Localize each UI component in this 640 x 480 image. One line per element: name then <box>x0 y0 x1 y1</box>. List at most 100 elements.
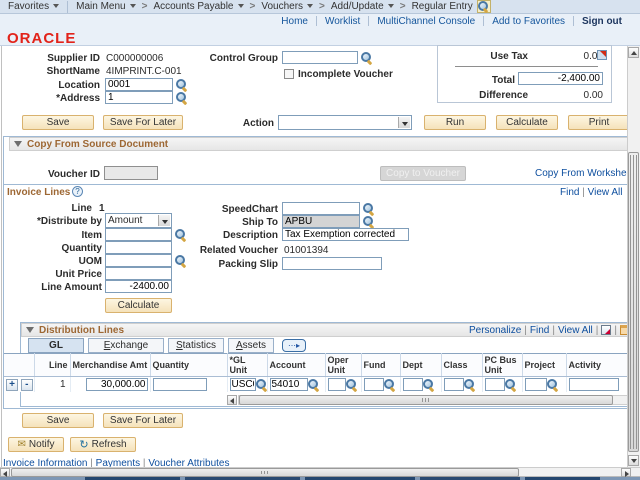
project-lookup-icon[interactable] <box>547 379 559 391</box>
show-all-columns-icon[interactable] <box>282 339 306 352</box>
pc-bus-unit-input[interactable] <box>485 378 505 391</box>
address-input[interactable] <box>105 91 173 104</box>
favorites-menu[interactable]: Favorites <box>8 1 59 12</box>
line-amount-input[interactable] <box>105 280 172 293</box>
add-row-button[interactable]: + <box>6 379 18 391</box>
breadcrumb-add-update[interactable]: Add/Update <box>331 1 394 12</box>
collapse-triangle-icon[interactable] <box>26 327 34 333</box>
grid-header-fund: Fund <box>361 354 400 377</box>
invoice-lines-title: Invoice Lines <box>7 187 70 198</box>
home-link[interactable]: Home <box>273 16 316 27</box>
packing-slip-input[interactable] <box>282 257 382 270</box>
dept-input[interactable] <box>403 378 423 391</box>
notify-button[interactable]: ✉Notify <box>8 437 64 452</box>
horizontal-scrollbar-thumb[interactable] <box>11 468 519 477</box>
save-button-bottom[interactable]: Save <box>22 413 94 428</box>
activity-input[interactable] <box>569 378 619 391</box>
description-input[interactable] <box>282 228 409 241</box>
action-select[interactable] <box>278 115 412 130</box>
incomplete-voucher-checkbox[interactable] <box>284 69 294 79</box>
location-lookup-icon[interactable] <box>176 79 188 91</box>
distribute-by-value: Amount <box>108 215 142 226</box>
run-button[interactable]: Run <box>424 115 486 130</box>
total-input[interactable] <box>518 72 603 85</box>
help-icon[interactable] <box>72 186 83 197</box>
oracle-logo: ORACLE <box>7 30 76 47</box>
line-label: Line <box>30 203 92 214</box>
copy-from-worksheet-link[interactable]: Copy From Worksheet <box>535 168 635 179</box>
oper-unit-input[interactable] <box>328 378 346 391</box>
vertical-scrollbar-thumb[interactable] <box>628 152 639 452</box>
oper-unit-lookup-icon[interactable] <box>346 379 358 391</box>
address-lookup-icon[interactable] <box>176 92 188 104</box>
ship-to-input[interactable] <box>282 215 360 228</box>
tab-assets[interactable]: Assets <box>228 338 274 353</box>
action-label: Action <box>200 118 274 129</box>
main-menu[interactable]: Main Menu <box>76 1 135 12</box>
calculate-line-button[interactable]: Calculate <box>105 298 172 313</box>
merchandise-amt-input[interactable] <box>86 378 148 391</box>
add-to-favorites-link[interactable]: Add to Favorites <box>484 16 573 27</box>
quantity-dist-input[interactable] <box>153 378 207 391</box>
distribution-find-link[interactable]: Find <box>530 325 549 336</box>
pc-bus-unit-lookup-icon[interactable] <box>505 379 517 391</box>
delete-row-button[interactable]: - <box>21 379 33 391</box>
address-label: *Address <box>0 93 100 104</box>
grid-scroll-left-button[interactable] <box>227 395 237 405</box>
multichannel-console-link[interactable]: MultiChannel Console <box>369 16 483 27</box>
scroll-up-button[interactable] <box>628 47 639 58</box>
breadcrumb-search-icon[interactable] <box>477 0 491 13</box>
save-for-later-button-bottom[interactable]: Save For Later <box>103 413 183 428</box>
sign-out-link[interactable]: Sign out <box>574 16 630 27</box>
save-button[interactable]: Save <box>22 115 94 130</box>
refresh-button[interactable]: ↻Refresh <box>70 437 136 452</box>
save-for-later-button[interactable]: Save For Later <box>103 115 183 130</box>
ship-to-label: Ship To <box>158 217 278 228</box>
totals-divider <box>455 66 598 67</box>
chevron-down-icon <box>238 4 244 8</box>
project-input[interactable] <box>525 378 547 391</box>
collapse-triangle-icon[interactable] <box>14 141 22 147</box>
breadcrumb-accounts-payable[interactable]: Accounts Payable <box>153 1 243 12</box>
grid-scrollbar-thumb[interactable] <box>239 395 613 405</box>
row-action-cell: + - <box>4 377 34 393</box>
print-button[interactable]: Print <box>568 115 630 130</box>
tab-gl-chart[interactable]: GL Chart <box>28 338 84 353</box>
fund-lookup-icon[interactable] <box>384 379 396 391</box>
invoice-find-link[interactable]: Find <box>560 187 579 198</box>
class-input[interactable] <box>444 378 464 391</box>
tab-exchange-rate[interactable]: Exchange Rate <box>88 338 164 353</box>
chevron-down-icon <box>398 117 410 128</box>
use-tax-transfer-icon[interactable] <box>597 50 607 60</box>
speedchart-input[interactable] <box>282 202 360 215</box>
scroll-page-left-button[interactable] <box>0 468 10 477</box>
control-group-lookup-icon[interactable] <box>361 52 373 64</box>
difference-label: Difference <box>430 90 528 101</box>
link-divider: | <box>596 325 599 336</box>
account-lookup-icon[interactable] <box>308 379 320 391</box>
difference-value: 0.00 <box>520 90 603 101</box>
gl-unit-lookup-icon[interactable] <box>256 379 268 391</box>
download-to-excel-icon[interactable] <box>601 325 611 335</box>
location-input[interactable] <box>105 78 173 91</box>
packing-slip-label: Packing Slip <box>158 259 278 270</box>
tab-statistics[interactable]: Statistics <box>168 338 224 353</box>
control-group-label: Control Group <box>180 53 278 64</box>
invoice-view-all-link[interactable]: View All <box>588 187 623 198</box>
class-lookup-icon[interactable] <box>464 379 476 391</box>
fund-input[interactable] <box>364 378 384 391</box>
calculate-button[interactable]: Calculate <box>496 115 558 130</box>
scroll-down-button[interactable] <box>628 455 639 466</box>
distribution-view-all-link[interactable]: View All <box>558 325 593 336</box>
gl-unit-input[interactable] <box>230 378 256 391</box>
worklist-link[interactable]: Worklist <box>317 16 368 27</box>
header-links-bar: Home Worklist MultiChannel Console Add t… <box>0 14 640 28</box>
account-input[interactable] <box>270 378 308 391</box>
control-group-input[interactable] <box>282 51 358 64</box>
speedchart-lookup-icon[interactable] <box>363 203 375 215</box>
personalize-link[interactable]: Personalize <box>469 325 521 336</box>
dept-lookup-icon[interactable] <box>423 379 435 391</box>
scroll-page-right-button[interactable] <box>621 468 631 477</box>
ship-to-lookup-icon[interactable] <box>363 216 375 228</box>
breadcrumb-vouchers[interactable]: Vouchers <box>261 1 313 12</box>
